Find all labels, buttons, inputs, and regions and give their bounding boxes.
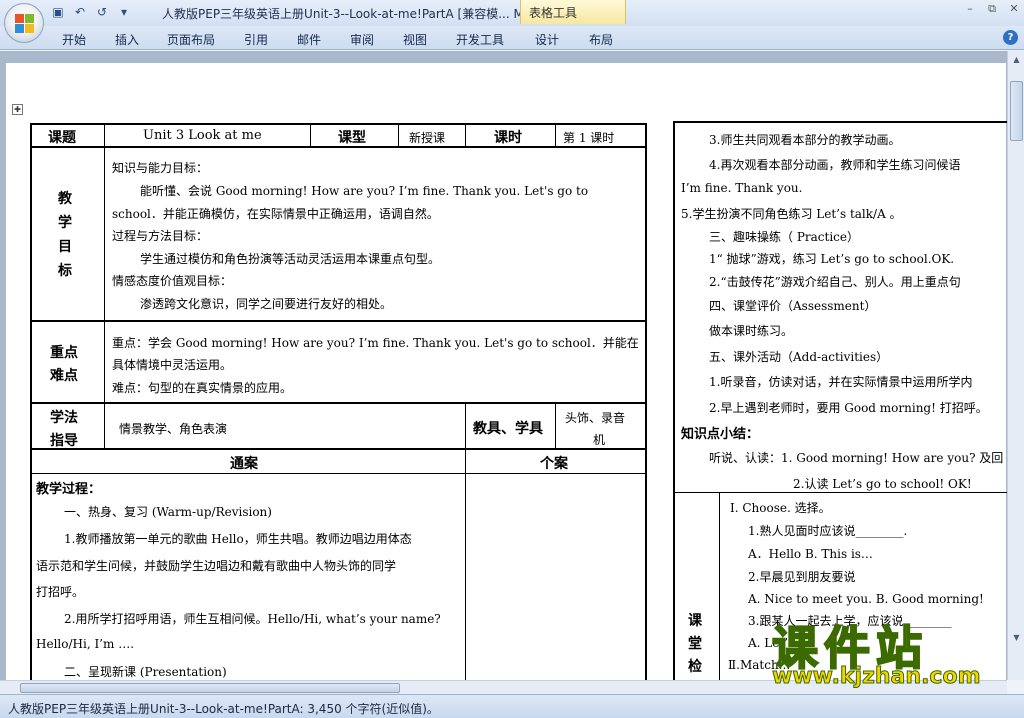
process-line: 教学过程：: [36, 482, 102, 497]
right-line: 听说、认读：1. Good morning! How are you? 及回: [709, 451, 1004, 465]
status-bar: 人教版PEP三年级英语上册Unit-3--Look-at-me!PartA: 3…: [0, 694, 1024, 718]
process-line: 二、呈现新课 (Presentation): [64, 665, 227, 679]
goals-line: 过程与方法目标：: [112, 229, 209, 243]
period-label: 课时: [494, 130, 522, 146]
right-line: 2.“击鼓传花”游戏介绍自己、别人。用上重点句: [709, 275, 961, 289]
keypoints-label-1: 重点: [50, 345, 78, 361]
period-value: 第 1 课时: [563, 131, 615, 145]
right-line: 3.师生共同观看本部分的教学动画。: [709, 133, 901, 147]
right-line: 1“ 抛球”游戏，练习 Let’s go to school.OK.: [709, 252, 955, 266]
vertical-scrollbar[interactable]: ▲ ▼: [1007, 51, 1024, 680]
right-line: 2.早上遇到老师时，要用 Good morning! 打招呼。: [709, 401, 988, 415]
horizontal-scroll-thumb[interactable]: [20, 683, 400, 693]
process-line: Hello/Hi, I’m ….: [36, 637, 135, 651]
goals-label-3: 目: [58, 239, 72, 255]
goals-label-4: 标: [58, 263, 72, 279]
goals-line: 渗透跨文化意识，同学之间要进行友好的相处。: [140, 297, 393, 311]
keypoints-label-2: 难点: [50, 368, 78, 384]
goals-label-1: 教: [58, 191, 72, 207]
document-content[interactable]: 课题 Unit 3 Look at me 课型 新授课 课时 第 1 课时 教 …: [0, 0, 1007, 680]
right-line: 四、课堂评价（Assessment）: [709, 299, 877, 313]
lesson-label: 课题: [48, 130, 76, 146]
process-line: 打招呼。: [36, 585, 85, 599]
vertical-scroll-thumb[interactable]: [1010, 81, 1023, 141]
process-line: 1.教师播放第一单元的歌曲 Hello，师生共唱。教师边唱边用体态: [64, 532, 412, 546]
check-label-1: 课: [688, 613, 702, 629]
right-line: 4.再次观看本部分动画，教师和学生练习问候语: [709, 158, 961, 172]
right-line: 2.认读 Let’s go to school! OK!: [793, 477, 972, 491]
close-icon[interactable]: ✕: [1008, 2, 1020, 16]
check-line: A. Nice to meet you. B. Good morning!: [748, 592, 984, 606]
keypoints-line: 重点：学会 Good morning! How are you? I’m fin…: [112, 336, 639, 350]
right-line: 知识点小结：: [681, 427, 760, 442]
goals-label-2: 学: [58, 215, 72, 231]
office-logo-icon: [15, 14, 35, 34]
office-button[interactable]: [4, 3, 44, 43]
type-value: 新授课: [409, 131, 446, 145]
right-line: 5.学生扮演不同角色练习 Let’s talk/A 。: [681, 207, 902, 221]
goals-line: 学生通过模仿和角色扮演等活动灵活运用本课重点句型。: [140, 252, 441, 266]
keypoints-line: 难点：句型的在真实情景的应用。: [112, 381, 293, 395]
individual-plan-header: 个案: [540, 456, 568, 472]
goals-line: 能听懂、会说 Good morning! How are you? I’m fi…: [140, 184, 589, 198]
tools-value: 头饰、录音: [565, 411, 626, 425]
goals-line: 情感态度价值观目标：: [112, 274, 233, 288]
keypoints-line: 具体情境中灵活运用。: [112, 358, 233, 372]
lesson-value: Unit 3 Look at me: [143, 128, 262, 143]
scroll-up-icon[interactable]: ▲: [1010, 53, 1023, 66]
method-value: 情景教学、角色表演: [119, 422, 228, 436]
watermark-url: www.kjzhan.com: [772, 664, 982, 690]
process-line: 2.用所学打招呼用语，师生互相问候。Hello/Hi, what’s your …: [64, 612, 441, 626]
goals-line: school．并能正确模仿，在实际情景中正确运用，语调自然。: [112, 207, 439, 221]
method-label-2: 指导: [50, 433, 78, 449]
status-text: 人教版PEP三年级英语上册Unit-3--Look-at-me!PartA: 3…: [8, 702, 439, 716]
right-line: I’m fine. Thank you.: [681, 181, 803, 195]
right-line: 1.听录音，仿读对话，并在实际情景中运用所学内: [709, 375, 973, 389]
scroll-down-icon[interactable]: ▼: [1010, 631, 1023, 644]
right-line: 做本课时练习。: [709, 324, 794, 338]
right-line: 三、趣味操练（ Practice）: [709, 230, 859, 244]
type-label: 课型: [338, 130, 366, 146]
common-plan-header: 通案: [230, 456, 258, 472]
check-line: A．Hello B. This is…: [748, 547, 873, 561]
check-line: 2.早晨见到朋友要说: [748, 570, 856, 584]
check-line: Ⅰ. Choose. 选择。: [730, 501, 831, 515]
tools-label: 教具、学具: [473, 421, 543, 437]
process-line: 一、热身、复习 (Warm-up/Revision): [64, 505, 272, 519]
check-line: 1.熟人见面时应该说________.: [748, 524, 908, 538]
check-label-2: 堂: [688, 636, 702, 652]
right-line: 五、课外活动（Add-activities）: [709, 350, 889, 364]
goals-line: 知识与能力目标：: [112, 161, 209, 175]
process-line: 语示范和学生问候，并鼓励学生边唱边和戴有歌曲中人物头饰的同学: [36, 559, 397, 573]
check-label-3: 检: [688, 659, 702, 675]
tools-value: 机: [593, 433, 606, 447]
site-watermark: 课件站 www.kjzhan.com: [771, 612, 1010, 694]
method-label-1: 学法: [50, 410, 78, 426]
